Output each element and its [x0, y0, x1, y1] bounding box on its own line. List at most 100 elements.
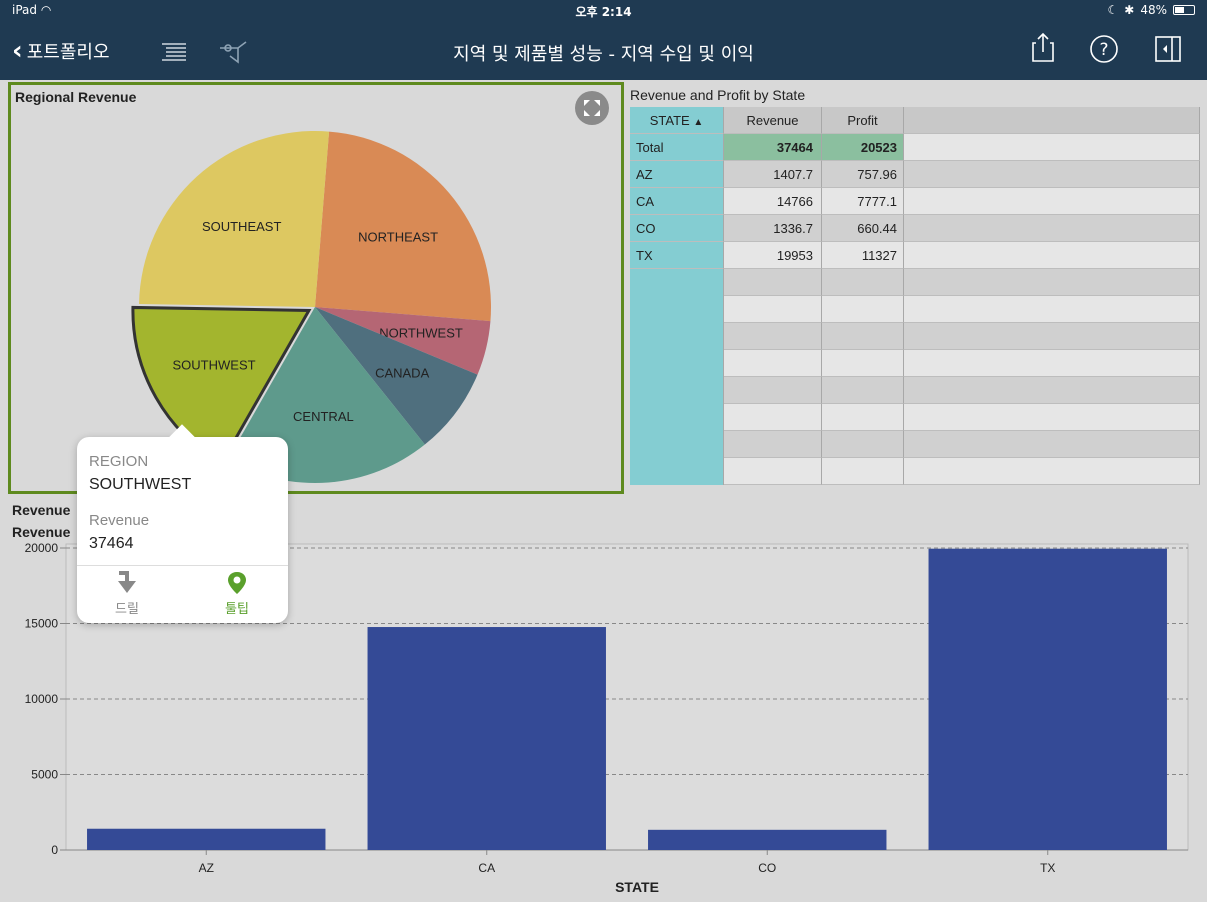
- cell-state: Total: [630, 134, 724, 161]
- empty-cell: [822, 458, 904, 485]
- tooltip-revenue-label: Revenue: [89, 512, 150, 529]
- x-tick-label: CO: [758, 861, 776, 875]
- empty-cell: [630, 458, 724, 485]
- tooltip-region-value: SOUTHWEST: [89, 476, 192, 493]
- table-row[interactable]: CA 14766 7777.1: [630, 188, 1200, 215]
- empty-cell: [822, 377, 904, 404]
- table-header-row: STATE ▲ Revenue Profit: [630, 107, 1200, 134]
- row-filler: [904, 161, 1200, 188]
- empty-cell: [724, 431, 822, 458]
- share-icon[interactable]: [1032, 32, 1054, 62]
- empty-cell: [904, 296, 1200, 323]
- empty-cell: [822, 323, 904, 350]
- drill-down-icon: [118, 571, 136, 593]
- pie-label-canada: CANADA: [375, 366, 430, 381]
- pin-filter-icon[interactable]: [216, 38, 252, 66]
- back-button[interactable]: ‹ 포트폴리오: [12, 38, 110, 64]
- empty-cell: [630, 323, 724, 350]
- y-tick-label: 5000: [31, 768, 58, 782]
- sort-asc-icon: ▲: [693, 117, 704, 128]
- drill-button[interactable]: 드릴: [87, 571, 167, 617]
- location-pin-icon: [228, 572, 246, 594]
- bar-co[interactable]: [648, 829, 887, 850]
- empty-cell: [904, 350, 1200, 377]
- empty-cell: [904, 323, 1200, 350]
- empty-table-row: [630, 431, 1200, 458]
- cell-state: AZ: [630, 161, 724, 188]
- pie-label-southwest: SOUTHWEST: [173, 357, 256, 372]
- x-axis-title: STATE: [615, 879, 659, 895]
- empty-table-row: [630, 458, 1200, 485]
- empty-cell: [822, 431, 904, 458]
- table-row[interactable]: TX 19953 11327: [630, 242, 1200, 269]
- empty-table-row: [630, 404, 1200, 431]
- empty-cell: [822, 269, 904, 296]
- cell-revenue: 1336.7: [724, 215, 822, 242]
- table-row[interactable]: AZ 1407.7 757.96: [630, 161, 1200, 188]
- drill-label: 드릴: [115, 601, 139, 616]
- cell-revenue: 14766: [724, 188, 822, 215]
- y-tick-label: 15000: [25, 617, 59, 631]
- x-tick-label: CA: [478, 861, 495, 875]
- row-filler: [904, 215, 1200, 242]
- tooltip-region-label: REGION: [89, 453, 149, 470]
- empty-cell: [724, 404, 822, 431]
- empty-cell: [904, 458, 1200, 485]
- empty-cell: [904, 404, 1200, 431]
- table-row[interactable]: CO 1336.7 660.44: [630, 215, 1200, 242]
- tooltip-label: 툴팁: [225, 601, 249, 616]
- pie-label-central: CENTRAL: [293, 409, 354, 424]
- cell-profit: 11327: [822, 242, 904, 269]
- empty-cell: [724, 350, 822, 377]
- header-filler: [904, 107, 1200, 134]
- pie-slice-northeast[interactable]: [315, 131, 491, 322]
- y-tick-label: 20000: [25, 541, 59, 555]
- moon-icon: ☾: [1107, 3, 1119, 17]
- empty-cell: [724, 323, 822, 350]
- help-icon[interactable]: ?: [1089, 34, 1119, 64]
- cell-profit: 20523: [822, 134, 904, 161]
- chevron-left-icon: ‹: [12, 36, 23, 66]
- empty-cell: [630, 269, 724, 296]
- bar-tx[interactable]: [928, 548, 1167, 850]
- y-tick-label: 10000: [25, 692, 59, 706]
- table-row-total[interactable]: Total 37464 20523: [630, 134, 1200, 161]
- empty-cell: [724, 269, 822, 296]
- cell-profit: 7777.1: [822, 188, 904, 215]
- tooltip-revenue-value: 37464: [89, 535, 134, 552]
- cell-revenue: 1407.7: [724, 161, 822, 188]
- cell-state: CO: [630, 215, 724, 242]
- status-time: 오후 2:14: [575, 5, 632, 19]
- empty-cell: [630, 404, 724, 431]
- table-title: Revenue and Profit by State: [630, 87, 806, 103]
- empty-cell: [630, 296, 724, 323]
- empty-table-row: [630, 269, 1200, 296]
- svg-text:?: ?: [1099, 40, 1108, 60]
- empty-cell: [822, 404, 904, 431]
- empty-cell: [724, 377, 822, 404]
- row-filler: [904, 242, 1200, 269]
- empty-cell: [724, 296, 822, 323]
- revenue-column-header[interactable]: Revenue: [724, 107, 822, 134]
- cell-revenue: 37464: [724, 134, 822, 161]
- empty-cell: [630, 350, 724, 377]
- empty-table-row: [630, 323, 1200, 350]
- panel-toggle-icon[interactable]: [1155, 36, 1181, 62]
- cell-state: CA: [630, 188, 724, 215]
- status-right: ☾ ✱ 48%: [1107, 3, 1195, 17]
- state-column-header[interactable]: STATE ▲: [630, 107, 724, 134]
- tooltip-button[interactable]: 툴팁: [197, 571, 277, 617]
- cell-state: TX: [630, 242, 724, 269]
- row-filler: [904, 188, 1200, 215]
- revenue-profit-table-panel: Revenue and Profit by State STATE ▲ Reve…: [630, 85, 1200, 490]
- bar-ca[interactable]: [367, 627, 606, 850]
- profit-column-header[interactable]: Profit: [822, 107, 904, 134]
- list-icon[interactable]: [162, 42, 186, 62]
- empty-cell: [822, 350, 904, 377]
- table-bottom: [630, 485, 1200, 488]
- row-filler: [904, 134, 1200, 161]
- pie-label-northwest: NORTHWEST: [379, 326, 463, 341]
- battery-icon: [1173, 5, 1195, 15]
- bar-az[interactable]: [87, 828, 326, 850]
- empty-cell: [904, 431, 1200, 458]
